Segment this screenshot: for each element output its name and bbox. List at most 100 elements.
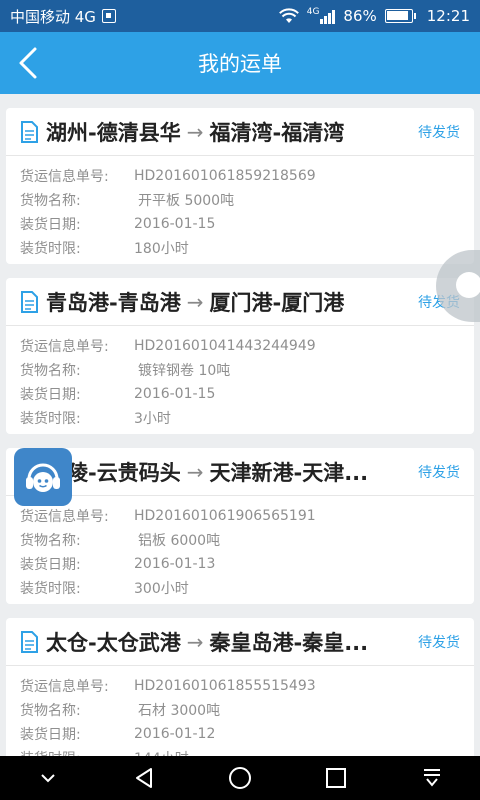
order-list[interactable]: 湖州-德清县华 → 福清湾-福清湾 待发货 货运信息单号: HD201601061… xyxy=(0,94,480,756)
cargo-name: 开平板 5000吨 xyxy=(138,193,235,209)
order-card-header: 江陵-云贵码头 → 天津新港-天津... 待发货 xyxy=(6,448,474,496)
order-card[interactable]: 湖州-德清县华 → 福清湾-福清湾 待发货 货运信息单号: HD201601061… xyxy=(6,108,474,264)
detail-row: 货运信息单号: HD201601061906565191 xyxy=(20,504,474,528)
loading-date: 2016-01-15 xyxy=(134,216,216,232)
status-badge: 待发货 xyxy=(418,124,460,141)
route: 湖州-德清县华 → 福清湾-福清湾 xyxy=(46,117,408,147)
wifi-icon xyxy=(278,8,299,23)
arrow-right-icon: → xyxy=(186,289,204,314)
chevron-down-icon xyxy=(41,774,55,783)
origin-port: 青岛港-青岛港 xyxy=(46,290,181,315)
detail-row: 装货时限:144小时 xyxy=(20,746,474,756)
detail-row: 货运信息单号: HD201601041443244949 xyxy=(20,334,474,358)
customer-service-button[interactable] xyxy=(14,448,72,506)
detail-label: 装货时限: xyxy=(20,411,81,427)
status-badge: 待发货 xyxy=(418,464,460,481)
detail-row: 货物名称: 镀锌钢卷 10吨 xyxy=(20,358,474,382)
nav-hide-button[interactable] xyxy=(28,758,68,798)
back-triangle-icon xyxy=(136,768,152,788)
cargo-name: 石材 3000吨 xyxy=(138,703,221,719)
origin-port: 太仓-太仓武港 xyxy=(46,630,181,655)
detail-label: 装货日期: xyxy=(20,557,81,573)
order-card[interactable]: 青岛港-青岛港 → 厦门港-厦门港 待发货 货运信息单号: HD201601041… xyxy=(6,278,474,434)
nav-home-button[interactable] xyxy=(220,758,260,798)
loading-date: 2016-01-13 xyxy=(134,556,216,572)
route: 江陵-云贵码头 → 天津新港-天津... xyxy=(46,457,408,487)
nav-back-button[interactable] xyxy=(124,758,164,798)
detail-label: 货物名称: xyxy=(20,703,81,719)
arrow-right-icon: → xyxy=(186,629,204,654)
detail-label: 装货日期: xyxy=(20,217,81,233)
detail-label: 装货时限: xyxy=(20,241,81,257)
destination-port: 秦皇岛港-秦皇... xyxy=(209,630,369,655)
route: 太仓-太仓武港 → 秦皇岛港-秦皇... xyxy=(46,627,408,657)
order-details: 货运信息单号: HD201601061859218569 货物名称: 开平板 500… xyxy=(6,156,474,260)
waybill-number: HD201601061855515493 xyxy=(134,678,316,694)
back-button[interactable] xyxy=(6,32,50,94)
waybill-number: HD201601041443244949 xyxy=(134,338,316,354)
order-details: 货运信息单号: HD201601041443244949 货物名称: 镀锌钢卷 10… xyxy=(6,326,474,430)
order-card-header: 湖州-德清县华 → 福清湾-福清湾 待发货 xyxy=(6,108,474,156)
order-card[interactable]: 太仓-太仓武港 → 秦皇岛港-秦皇... 待发货 货运信息单号: HD201601… xyxy=(6,618,474,756)
waybill-number: HD201601061859218569 xyxy=(134,168,316,184)
app-header: 我的运单 xyxy=(0,32,480,94)
detail-label: 货物名称: xyxy=(20,363,81,379)
loading-time-limit: 3小时 xyxy=(134,411,171,427)
cargo-name: 镀锌钢卷 10吨 xyxy=(138,363,231,379)
detail-label: 货物名称: xyxy=(20,533,81,549)
detail-row: 装货日期: 2016-01-12 xyxy=(20,722,474,746)
clock: 12:21 xyxy=(426,7,470,25)
detail-label: 货运信息单号: xyxy=(20,509,109,525)
destination-port: 厦门港-厦门港 xyxy=(209,290,345,315)
detail-row: 装货日期: 2016-01-13 xyxy=(20,552,474,576)
nav-recents-button[interactable] xyxy=(316,758,356,798)
detail-row: 装货时限: 3小时 xyxy=(20,406,474,430)
signal-icon: 4G xyxy=(307,8,336,24)
detail-row: 装货日期: 2016-01-15 xyxy=(20,212,474,236)
loading-date: 2016-01-15 xyxy=(134,386,216,402)
destination-port: 天津新港-天津... xyxy=(209,460,369,485)
arrow-right-icon: → xyxy=(186,459,204,484)
status-bar: 中国移动 4G 4G 86% 12:21 xyxy=(0,0,480,32)
document-icon xyxy=(21,290,38,313)
chevron-left-icon xyxy=(19,47,37,79)
loading-date: 2016-01-12 xyxy=(134,726,216,742)
carrier-label: 中国移动 4G xyxy=(10,7,96,26)
loading-time-limit: 180小时 xyxy=(134,241,189,257)
loading-time-limit: 300小时 xyxy=(134,581,189,597)
origin-port: 湖州-德清县华 xyxy=(46,120,181,145)
detail-row: 装货时限: 180小时 xyxy=(20,236,474,260)
detail-label: 货运信息单号: xyxy=(20,169,109,185)
detail-label: 货物名称: xyxy=(20,193,81,209)
notification-pull-icon xyxy=(424,769,440,787)
detail-row: 货物名称: 开平板 5000吨 xyxy=(20,188,474,212)
detail-label: 货运信息单号: xyxy=(20,339,109,355)
status-left: 中国移动 4G xyxy=(10,6,279,27)
route: 青岛港-青岛港 → 厦门港-厦门港 xyxy=(46,287,408,317)
page-title: 我的运单 xyxy=(198,52,282,76)
nav-notification-button[interactable] xyxy=(412,758,452,798)
document-icon xyxy=(21,630,38,653)
loading-time-limit: 144小时 xyxy=(134,748,189,756)
detail-row: 货物名称: 铝板 6000吨 xyxy=(20,528,474,552)
arrow-right-icon: → xyxy=(186,119,204,144)
recents-square-icon xyxy=(326,768,346,788)
detail-row: 装货时限: 300小时 xyxy=(20,576,474,600)
detail-label: 装货日期: xyxy=(20,727,81,743)
order-card[interactable]: 江陵-云贵码头 → 天津新港-天津... 待发货 货运信息单号: HD201601… xyxy=(6,448,474,604)
system-nav-bar xyxy=(0,756,480,800)
detail-label: 装货时限: xyxy=(20,581,81,597)
order-card-header: 太仓-太仓武港 → 秦皇岛港-秦皇... 待发货 xyxy=(6,618,474,666)
sim-icon xyxy=(101,9,116,23)
order-details: 货运信息单号: HD201601061855515493 货物名称: 石材 3000… xyxy=(6,666,474,756)
document-icon xyxy=(21,120,38,143)
detail-row: 货运信息单号: HD201601061859218569 xyxy=(20,164,474,188)
detail-row: 装货日期: 2016-01-15 xyxy=(20,382,474,406)
detail-label: 装货时限: xyxy=(20,748,134,756)
battery-percent: 86% xyxy=(343,7,377,25)
battery-icon xyxy=(384,9,416,23)
destination-port: 福清湾-福清湾 xyxy=(209,120,345,145)
detail-label: 装货日期: xyxy=(20,387,81,403)
order-details: 货运信息单号: HD201601061906565191 货物名称: 铝板 6000… xyxy=(6,496,474,600)
detail-label: 货运信息单号: xyxy=(20,679,109,695)
